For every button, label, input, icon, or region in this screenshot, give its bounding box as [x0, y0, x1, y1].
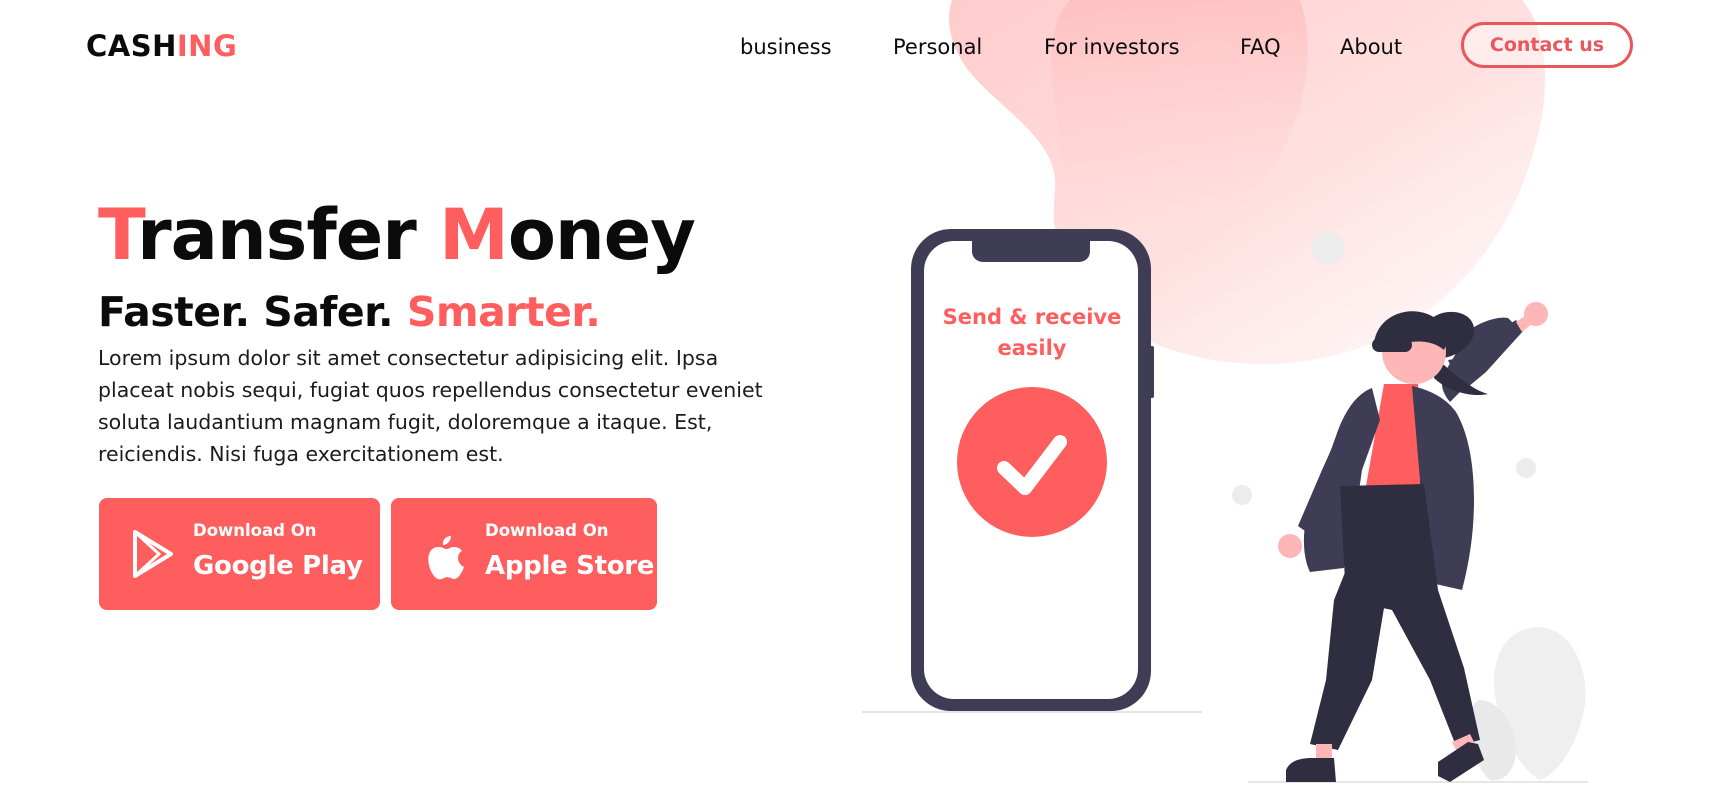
logo-text-dark: CASH [86, 29, 177, 63]
nav-item-for-investors[interactable]: For investors [1044, 31, 1180, 63]
logo[interactable]: CASHING [86, 28, 237, 64]
nav-item-business[interactable]: business [740, 31, 832, 63]
hero-title-accent-t: T [98, 194, 138, 276]
nav-item-personal[interactable]: Personal [893, 31, 982, 63]
hero-title-accent-m: M [439, 194, 509, 276]
google-play-label: Google Play [193, 551, 363, 581]
hero-subtitle-part: Faster. Safer. [98, 288, 407, 336]
logo-text-accent: ING [176, 29, 238, 63]
google-play-button[interactable]: Download On Google Play [99, 498, 380, 610]
google-play-caption: Download On [193, 521, 317, 540]
phone-caption-line2: easily [998, 336, 1067, 360]
phone-caption-line1: Send & receive [943, 305, 1122, 329]
contact-us-button[interactable]: Contact us [1461, 22, 1633, 68]
hero-title-part: ransfer [137, 194, 440, 276]
google-play-icon [133, 530, 173, 578]
apple-store-button[interactable]: Download On Apple Store [391, 498, 657, 610]
site-header: CASHING business Personal For investors … [0, 0, 1722, 92]
nav-item-about[interactable]: About [1340, 31, 1402, 63]
plant-decoration [1470, 627, 1586, 781]
nav-item-faq[interactable]: FAQ [1240, 31, 1281, 63]
apple-icon [428, 536, 464, 580]
apple-store-caption: Download On [485, 521, 609, 540]
success-circle [957, 387, 1107, 537]
hero-title-part: oney [507, 194, 696, 276]
phone-illustration: Send & receive easily [911, 229, 1154, 711]
hero-description: Lorem ipsum dolor sit amet consectetur a… [98, 346, 763, 466]
hero-title: Transfer Money [98, 190, 778, 280]
hero-section: Transfer Money Faster. Safer. Smarter. L… [98, 190, 778, 470]
apple-store-label: Apple Store [485, 551, 655, 581]
hero-subtitle: Faster. Safer. Smarter. [98, 284, 778, 340]
hero-subtitle-accent: Smarter. [406, 288, 601, 336]
